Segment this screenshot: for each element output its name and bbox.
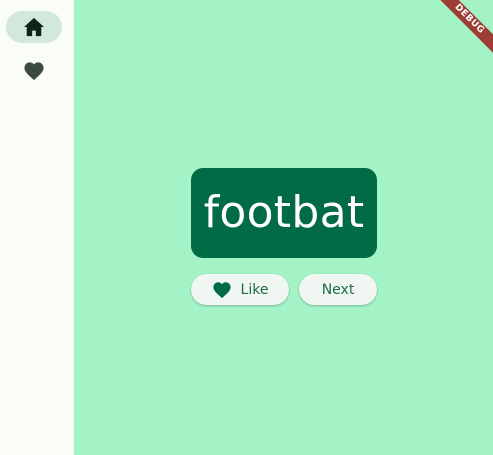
heart-icon — [212, 281, 232, 299]
rail-item-home[interactable] — [6, 11, 62, 43]
home-icon — [23, 17, 45, 37]
heart-icon — [23, 61, 45, 81]
next-button-label: Next — [321, 281, 355, 298]
rail-item-favorites[interactable] — [6, 55, 62, 87]
navigation-rail — [0, 0, 74, 455]
next-button[interactable]: Next — [299, 274, 377, 305]
main-area: footbat Like Next — [74, 0, 493, 455]
like-button[interactable]: Like — [191, 274, 289, 305]
word-text: footbat — [203, 187, 365, 238]
like-button-label: Like — [240, 281, 269, 298]
word-card: footbat — [191, 168, 377, 258]
